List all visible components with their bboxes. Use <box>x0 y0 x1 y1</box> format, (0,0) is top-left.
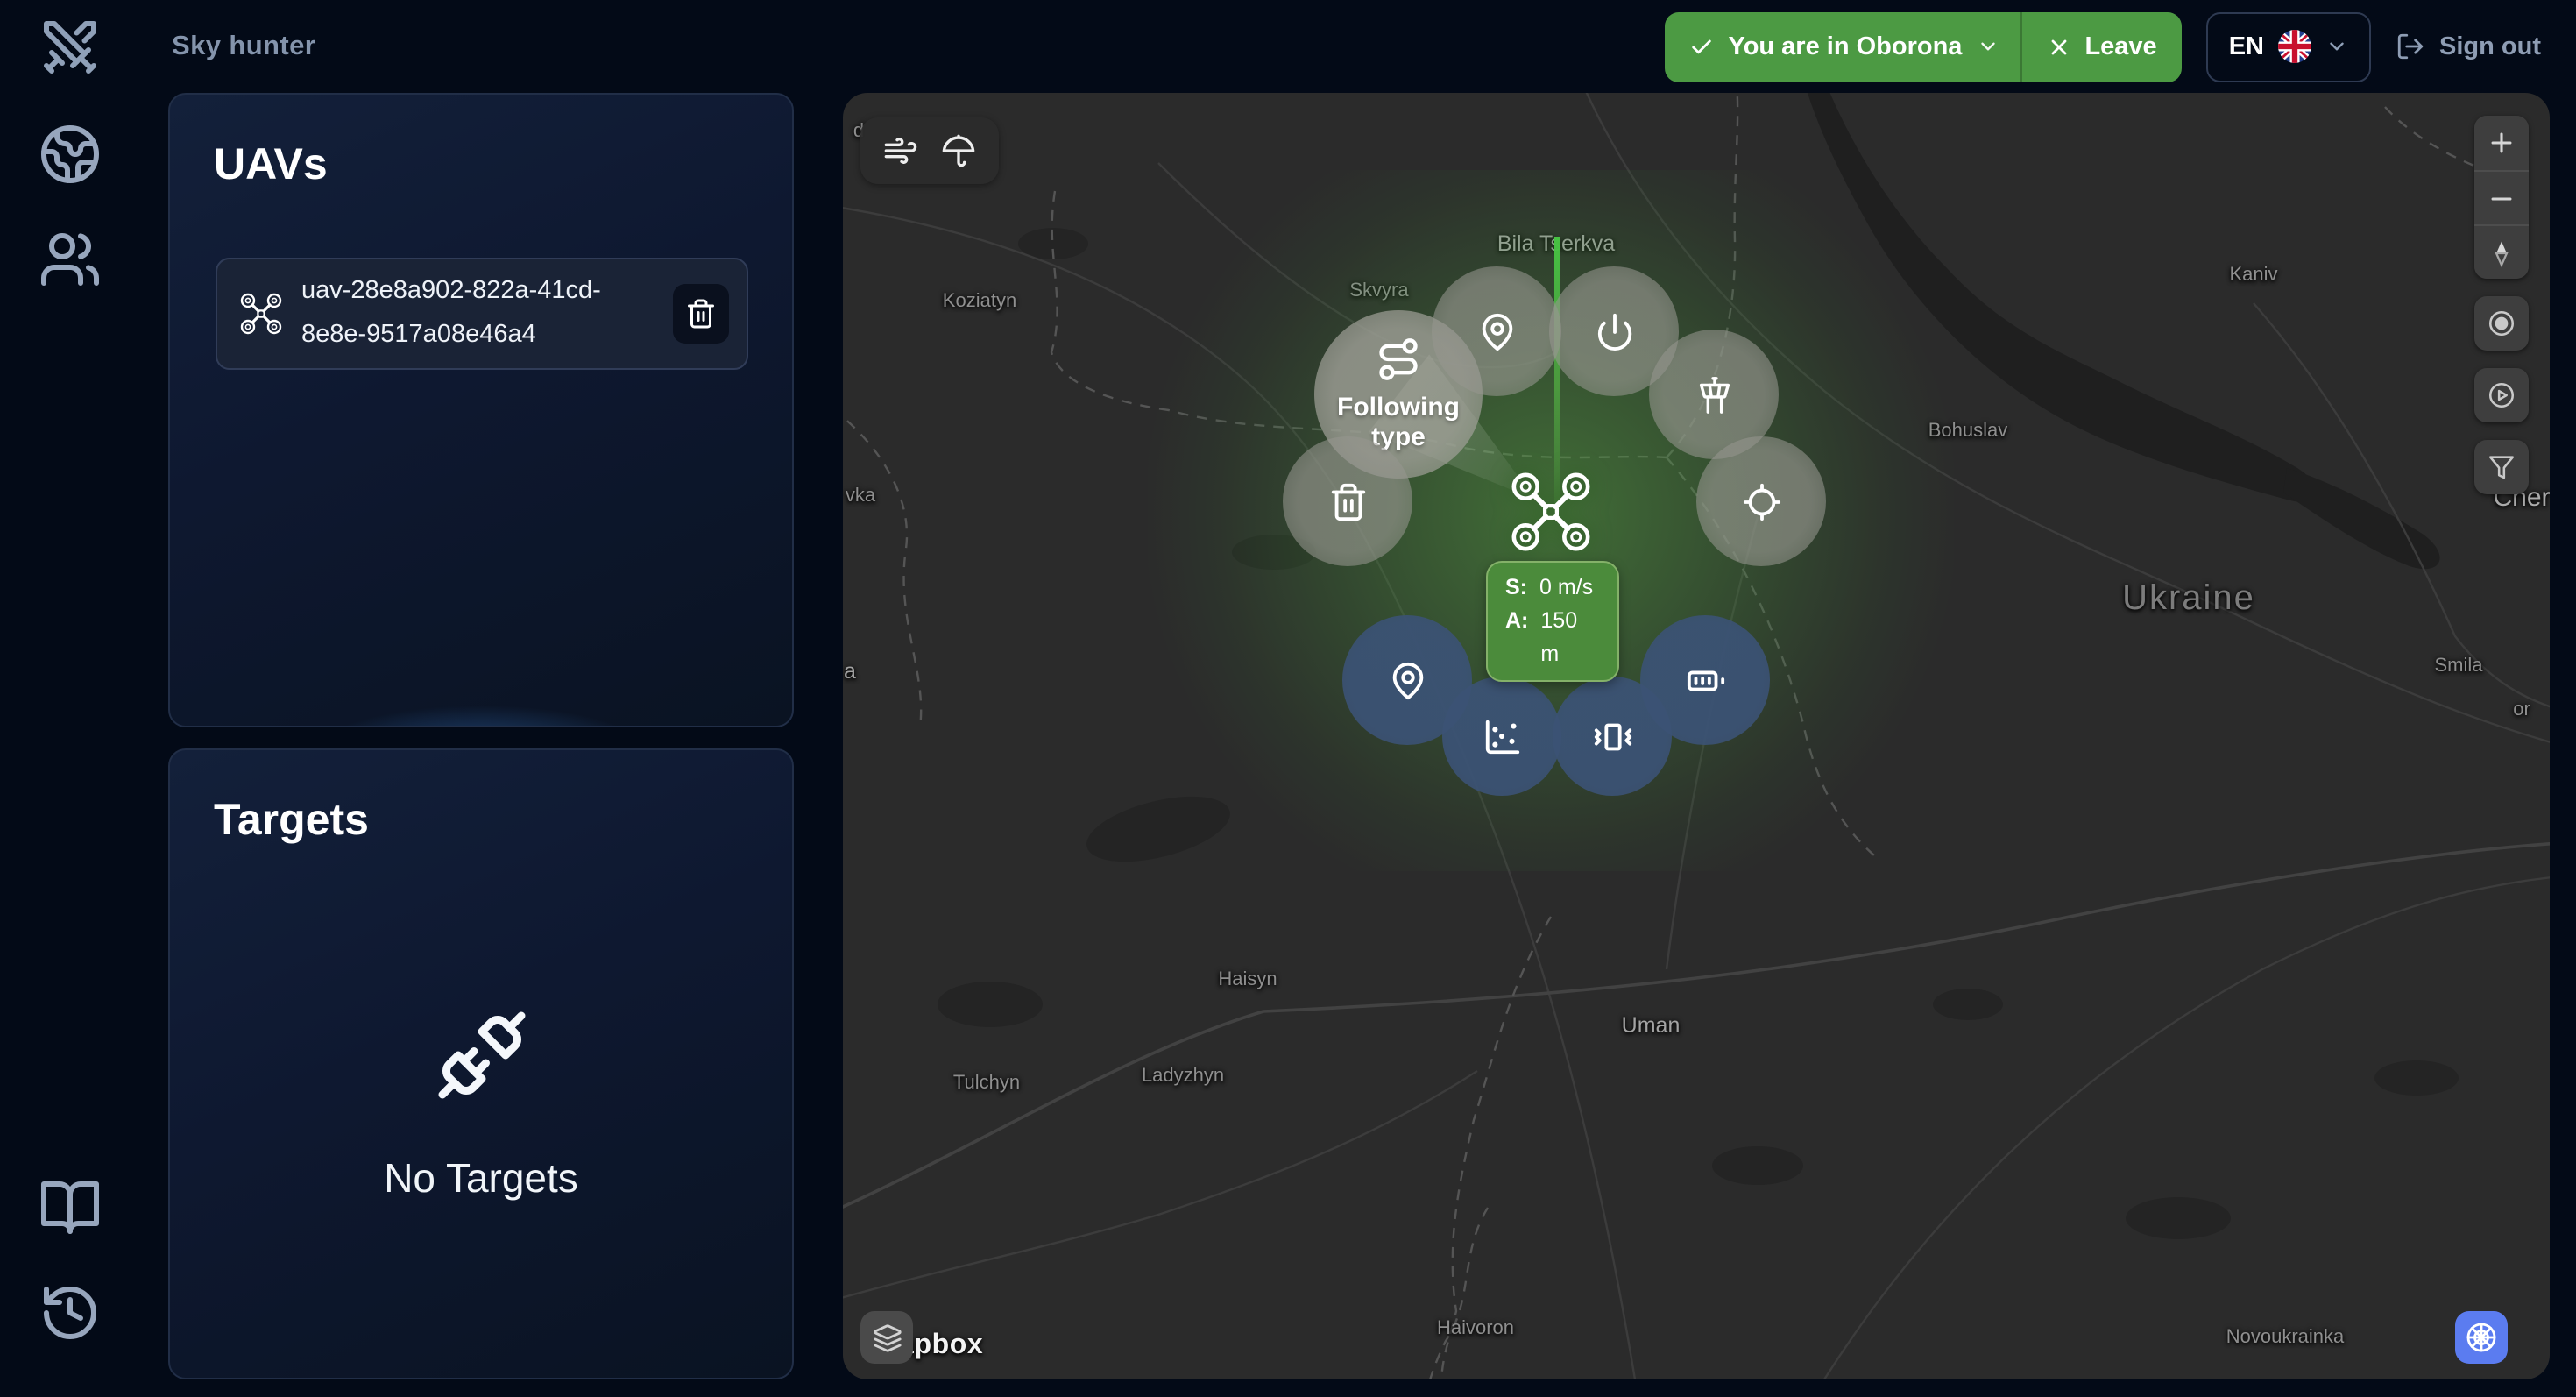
playback-button[interactable] <box>2474 368 2529 422</box>
trash-icon <box>1330 482 1365 521</box>
top-bar: Sky hunter You are in Oborona Leave EN S… <box>0 0 2576 93</box>
battery-icon <box>1686 670 1724 691</box>
rail-spacer <box>39 291 168 1176</box>
delete-uav-button[interactable] <box>672 284 729 344</box>
map-controls <box>2474 116 2529 494</box>
globe-wireframe-icon <box>2466 1323 2496 1352</box>
uavs-panel: UAVs uav-28e8a902-822a-41cd-8e8e-9517a08… <box>168 93 794 727</box>
layers-icon <box>873 1323 901 1351</box>
x-icon <box>2051 39 2066 54</box>
locate-button[interactable] <box>1696 436 1826 566</box>
language-selector[interactable]: EN <box>2205 11 2371 82</box>
map-canvas[interactable]: d Bila Tserkva Skvyra Koziatyn Kaniv Bohuslav… <box>843 93 2550 1379</box>
precipitation-layer-button[interactable] <box>941 133 976 168</box>
leave-label: Leave <box>2084 32 2157 60</box>
zoom-out-button[interactable] <box>2474 170 2529 224</box>
map-pin-icon <box>1481 312 1512 351</box>
users-icon <box>39 228 102 291</box>
river-shape <box>1807 93 2440 570</box>
zoom-in-button[interactable] <box>2474 116 2529 170</box>
room-status-label: You are in Oborona <box>1728 32 1963 60</box>
sidebar-item-docs[interactable] <box>39 1176 102 1239</box>
play-circle-icon <box>2488 382 2515 408</box>
chevron-down-icon <box>2330 42 2344 51</box>
map-style-button[interactable] <box>860 1311 913 1364</box>
record-circle-icon <box>2488 310 2515 337</box>
map-pin-icon <box>1391 661 1423 699</box>
uavs-panel-title: UAVs <box>214 140 328 189</box>
scatter-chart-icon <box>1484 719 1519 754</box>
sign-out-label: Sign out <box>2439 32 2541 60</box>
drone-icon <box>240 293 282 335</box>
umbrella-icon <box>942 134 975 167</box>
leave-room-button[interactable]: Leave <box>2021 11 2181 82</box>
uk-flag-icon <box>2278 30 2311 63</box>
language-code: EN <box>2228 32 2264 60</box>
filter-button[interactable] <box>2474 440 2529 494</box>
filter-funnel-icon <box>2488 456 2515 479</box>
globe-view-button[interactable] <box>2455 1311 2508 1364</box>
uav-id-label: uav-28e8a902-822a-41cd-8e8e-9517a08e46a4 <box>301 277 601 349</box>
sidebar-rail <box>0 93 168 1397</box>
minus-icon <box>2491 196 2512 200</box>
wind-layer-button[interactable] <box>883 133 918 168</box>
weather-toolbar <box>860 117 999 184</box>
route-icon <box>1376 337 1421 382</box>
wind-icon <box>884 138 917 164</box>
plus-icon <box>2491 132 2512 153</box>
targets-panel: Targets No Targets <box>168 748 794 1379</box>
speed-label: S: <box>1505 575 1527 599</box>
geolocate-button[interactable] <box>2474 296 2529 351</box>
room-status-button[interactable]: You are in Oborona <box>1666 11 2022 82</box>
remove-drone-button[interactable] <box>1283 436 1412 566</box>
app-title: Sky hunter <box>172 31 316 60</box>
sidebar-item-history[interactable] <box>39 1281 102 1344</box>
control-tower-icon <box>1698 376 1730 413</box>
earth-icon <box>39 123 102 186</box>
log-out-icon <box>2397 33 2424 60</box>
left-panels: UAVs uav-28e8a902-822a-41cd-8e8e-9517a08… <box>168 93 794 1397</box>
trash-icon <box>687 299 714 329</box>
crosshair-icon <box>1742 482 1780 521</box>
app-root: Sky hunter You are in Oborona Leave EN S… <box>0 0 2576 1397</box>
altitude-value: 150 m <box>1540 607 1578 666</box>
compass-button[interactable] <box>2474 224 2529 279</box>
battery-button[interactable] <box>1640 615 1770 745</box>
telemetry-badge: S: 0 m/s A: 150 m <box>1486 561 1619 683</box>
drone-marker-icon[interactable] <box>1511 472 1591 552</box>
chevron-down-icon <box>1980 42 1995 51</box>
sign-out-button[interactable]: Sign out <box>2396 32 2541 61</box>
compass-needle-icon <box>2495 239 2509 266</box>
history-icon <box>39 1281 102 1344</box>
telemetry-chart-button[interactable] <box>1442 677 1561 796</box>
targets-empty-state: No Targets <box>170 750 792 1378</box>
unplug-icon <box>434 1007 528 1102</box>
uav-list-item[interactable]: uav-28e8a902-822a-41cd-8e8e-9517a08e46a4 <box>216 258 748 370</box>
crossed-swords-logo-icon <box>39 15 102 78</box>
check-icon <box>1692 39 1712 53</box>
book-open-icon <box>39 1176 102 1239</box>
sidebar-item-users[interactable] <box>39 228 102 291</box>
room-button-group: You are in Oborona Leave <box>1665 11 2182 82</box>
sidebar-item-map[interactable] <box>39 123 102 186</box>
speed-value: 0 m/s <box>1539 575 1594 599</box>
no-targets-label: No Targets <box>384 1154 578 1200</box>
waypoint-button[interactable] <box>1432 266 1561 396</box>
vibrate-icon <box>1593 722 1631 750</box>
zoom-control-group <box>2474 116 2529 279</box>
top-bar-actions: You are in Oborona Leave EN Sign out <box>1665 11 2541 82</box>
altitude-label: A: <box>1505 607 1529 633</box>
power-icon <box>1596 312 1631 351</box>
